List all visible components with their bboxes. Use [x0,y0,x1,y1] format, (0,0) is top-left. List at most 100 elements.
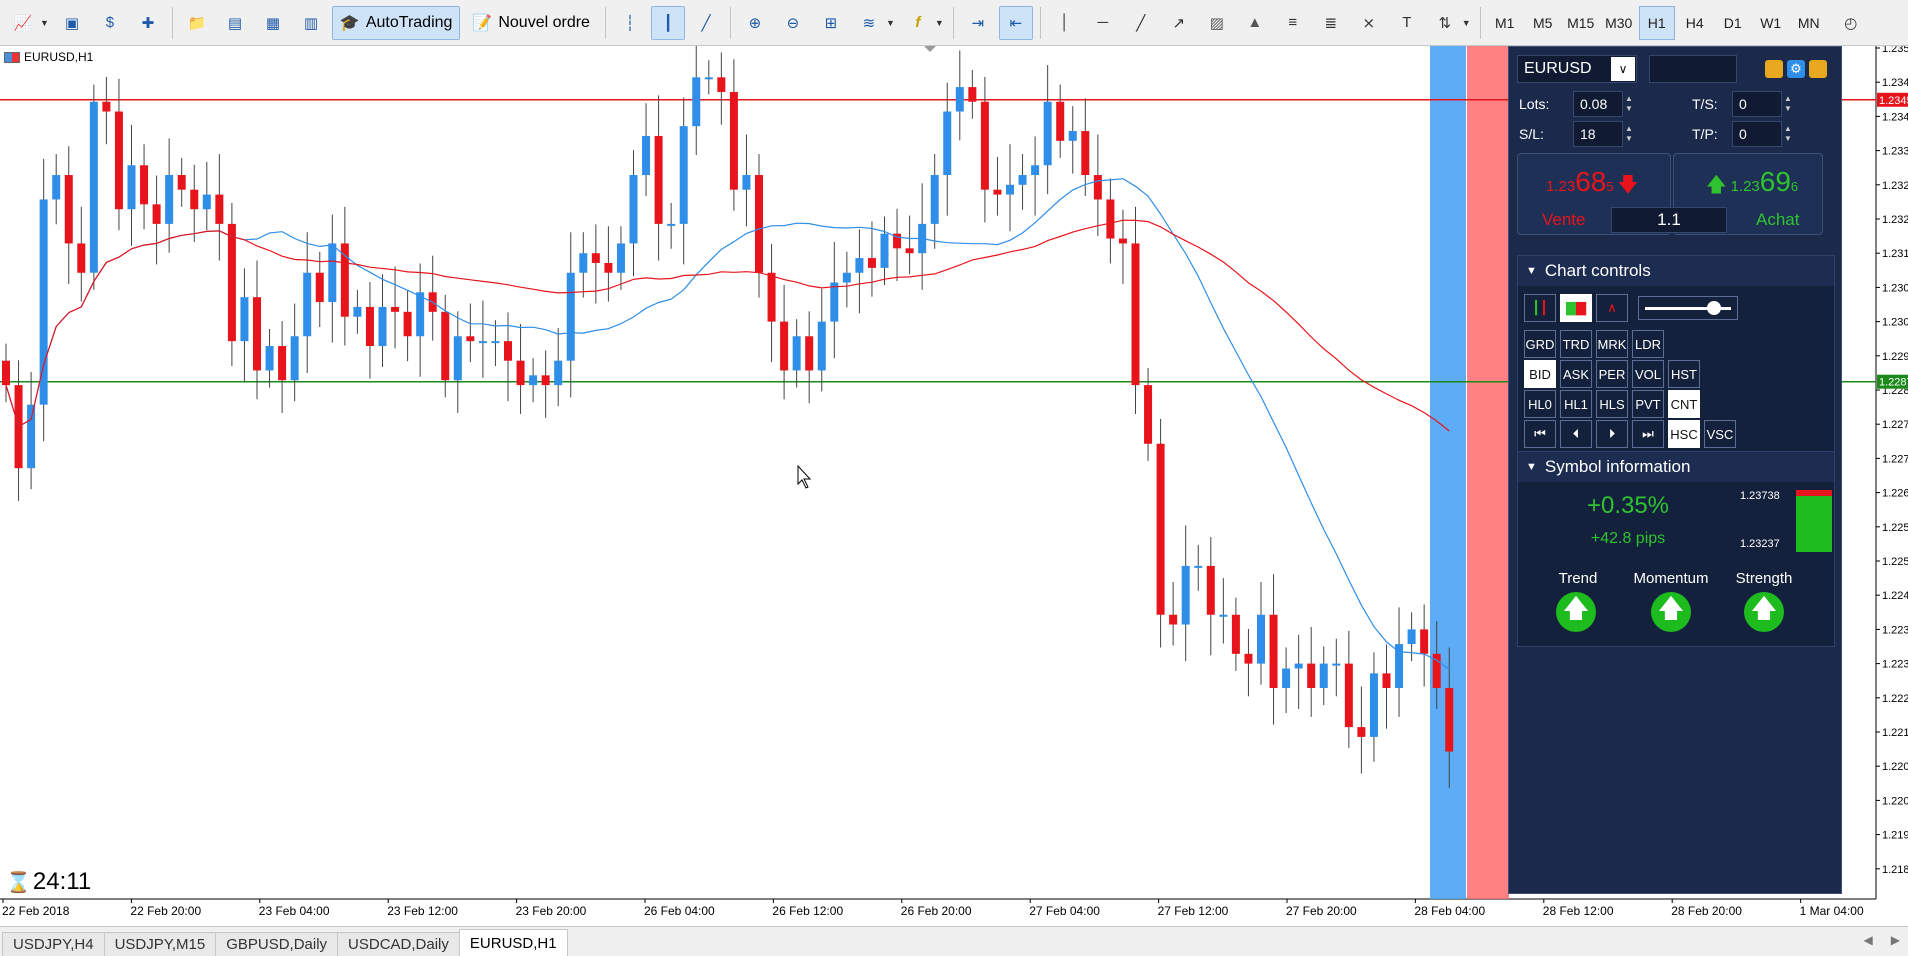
gear-icon[interactable]: ⚙ [1787,60,1805,78]
control-button-per[interactable]: PER [1596,360,1628,388]
control-button-bid[interactable]: BID [1524,360,1556,388]
sl-input[interactable]: 18 [1573,121,1623,147]
terminal-icon[interactable]: ▤ [218,6,252,40]
chevron-down-icon[interactable]: ∨ [1611,57,1635,81]
control-button-vsc[interactable]: VSC [1704,420,1736,448]
strategy-tester-icon[interactable]: ▦ [256,6,290,40]
new-chart-caret-icon[interactable]: ▼ [40,18,49,28]
control-button-ask[interactable]: ASK [1560,360,1592,388]
sl-spinner-icon[interactable]: ▲ ▼ [1625,124,1635,144]
vertical-line-icon[interactable]: │ [1048,6,1082,40]
control-button-mrk[interactable]: MRK [1596,330,1628,358]
control-button-grd[interactable]: GRD [1524,330,1556,358]
lots-spinner-icon[interactable]: ▲ ▼ [1625,94,1635,114]
bullish-candle [52,175,61,200]
chart-shift-icon[interactable]: ⇤ [998,5,1033,40]
auto-scroll-icon[interactable]: ⇥ [961,6,995,40]
timeframe-mn[interactable]: MN [1791,6,1827,40]
control-button-vol[interactable]: VOL [1632,360,1664,388]
autotrading-button[interactable]: 🎓 AutoTrading [331,5,461,40]
control-button-trd[interactable]: TRD [1560,330,1592,358]
bar-chart-icon[interactable]: ┆ [613,6,647,40]
tile-charts-icon[interactable]: ⊞ [814,6,848,40]
control-button-hst[interactable]: HST [1668,360,1700,388]
sell-label: Vente [1542,210,1586,229]
timeframe-h1[interactable]: H1 [1638,5,1675,40]
clock-icon[interactable]: ◴ [1834,6,1868,40]
control-button-hl0[interactable]: HL0 [1524,390,1556,418]
symbol-info-header[interactable]: ▼ Symbol information [1518,452,1834,482]
zoom-slider[interactable] [1638,296,1738,320]
expand-icon[interactable] [1809,60,1827,78]
fibonacci-icon[interactable]: ≡ [1276,6,1310,40]
timeframe-h4[interactable]: H4 [1677,6,1713,40]
ts-input[interactable]: 0 [1732,91,1782,117]
candle-mode-icon[interactable]: ▇ ▇ [1560,294,1592,322]
zoom-in-icon[interactable]: ⊕ [738,6,772,40]
control-button-hsc[interactable]: HSC [1668,420,1700,448]
text-tool-icon[interactable]: T [1390,6,1424,40]
control-button-hl1[interactable]: HL1 [1560,390,1592,418]
chart-window[interactable]: 1.235601.234901.234201.233501.232801.232… [0,46,1908,926]
fibo-fan-icon[interactable]: ≣ [1314,6,1348,40]
price-tick-label: 1.22650 [1882,488,1908,500]
chart-controls-header[interactable]: ▼ Chart controls [1518,256,1834,286]
indicators-caret-icon[interactable]: ▼ [886,18,895,28]
symbol-selector[interactable]: EURUSD ∨ ⚙ [1517,55,1827,83]
zoom-slider-handle[interactable] [1707,301,1721,315]
chart-tab[interactable]: USDJPY,H4 [2,932,105,956]
line-mode-icon[interactable]: ∧ [1596,294,1628,322]
market-watch-icon[interactable]: $ [93,6,127,40]
timeframe-d1[interactable]: D1 [1715,6,1751,40]
prev-icon[interactable]: ⏴ [1560,420,1592,448]
chart-tab[interactable]: EURUSD,H1 [458,929,568,956]
control-button-hls[interactable]: HLS [1596,390,1628,418]
chart-tab[interactable]: USDJPY,M15 [103,932,217,956]
rectangle-icon[interactable]: ▨ [1200,6,1234,40]
profiles-icon[interactable]: ▣ [55,6,89,40]
arrows-tool-icon[interactable]: ⇅ [1428,6,1462,40]
chart-tab[interactable]: USDCAD,Daily [337,932,460,956]
new-order-button[interactable]: 📝 Nouvel ordre [464,6,598,40]
timeframe-m1[interactable]: M1 [1487,6,1523,40]
chart-tab[interactable]: GBPUSD,Daily [215,932,339,956]
bar-mode-icon[interactable]: ┃ ┃ [1524,294,1556,322]
timeframe-m30[interactable]: M30 [1601,6,1637,40]
chart-indicators-icon[interactable]: ≋ [852,6,886,40]
symbol-search-input[interactable] [1649,55,1737,83]
bullish-candle [378,306,387,347]
bullish-candle [1006,184,1014,195]
control-button-cnt[interactable]: CNT [1668,390,1700,418]
control-button-ldr[interactable]: LDR [1632,330,1664,358]
timeframe-m15[interactable]: M15 [1563,6,1599,40]
tile-windows-icon[interactable]: ▥ [294,6,328,40]
tab-scroll-left-icon[interactable]: ◀ [1864,933,1873,947]
next-icon[interactable]: ⏵ [1596,420,1628,448]
trendline-icon[interactable]: ╱ [1124,6,1158,40]
indicators-icon[interactable]: f [901,6,935,40]
lots-input[interactable]: 0.08 [1573,91,1623,117]
ts-spinner-icon[interactable]: ▲ ▼ [1784,94,1794,114]
timeframe-w1[interactable]: W1 [1753,6,1789,40]
bearish-candle [64,175,73,244]
navigator-icon[interactable]: 📁 [180,6,214,40]
first-icon[interactable]: ⏮ [1524,420,1556,448]
triangle-icon[interactable]: ▲ [1238,6,1272,40]
ray-icon[interactable]: ↗ [1162,6,1196,40]
horizontal-line-icon[interactable]: ─ [1086,6,1120,40]
zoom-out-icon[interactable]: ⊖ [776,6,810,40]
pitchfork-icon[interactable]: ⨯ [1352,6,1386,40]
timeframe-m5[interactable]: M5 [1525,6,1561,40]
last-icon[interactable]: ⏭ [1632,420,1664,448]
arrows-caret-icon[interactable]: ▼ [1462,18,1471,28]
tp-input[interactable]: 0 [1732,121,1782,147]
new-chart-icon[interactable]: 📈 [6,6,40,40]
crosshair-icon[interactable]: ✚ [131,6,165,40]
tp-spinner-icon[interactable]: ▲ ▼ [1784,124,1794,144]
control-button-pvt[interactable]: PVT [1632,390,1664,418]
tab-scroll-right-icon[interactable]: ▶ [1891,933,1900,947]
line-chart-icon[interactable]: ╱ [689,6,723,40]
indicators-list-caret-icon[interactable]: ▼ [935,18,944,28]
candlestick-icon[interactable]: ┃ [650,5,685,40]
copy-icon[interactable] [1765,60,1783,78]
